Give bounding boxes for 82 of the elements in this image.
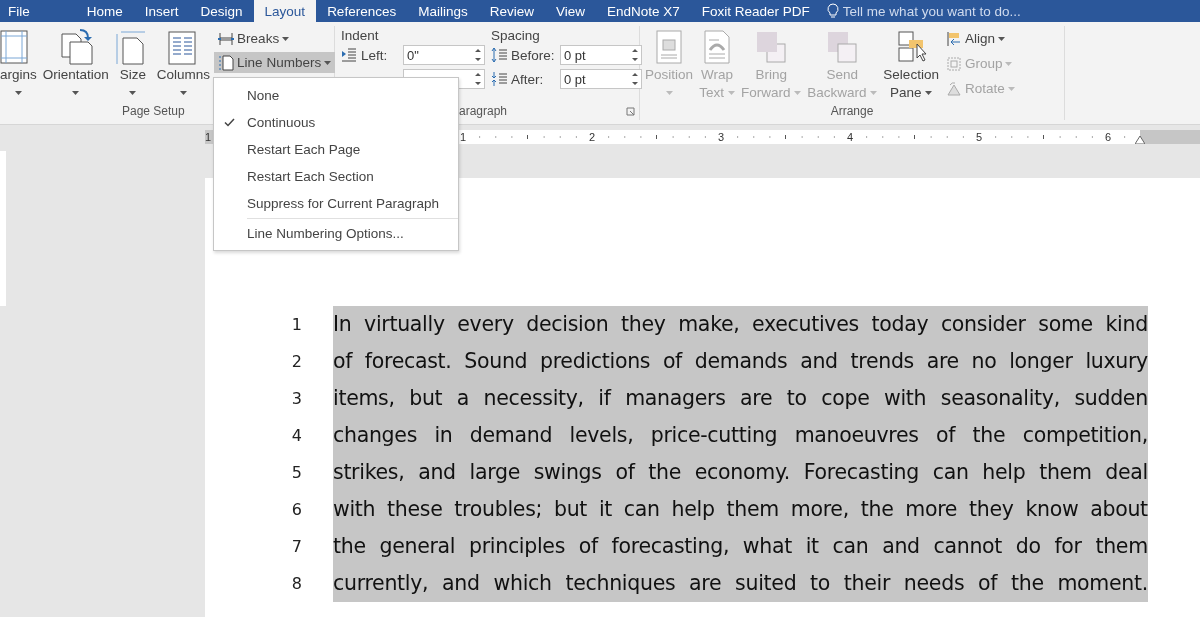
line-number: 4 xyxy=(290,426,302,445)
ribbon-tab[interactable]: Layout xyxy=(253,0,317,22)
caret-icon xyxy=(282,36,290,41)
ribbon-button[interactable]: Size xyxy=(111,26,154,102)
ruler-number: 1 xyxy=(460,130,467,144)
ribbon-tab[interactable]: View xyxy=(544,0,596,22)
numbered-page-icon xyxy=(218,54,235,71)
indent-icon xyxy=(341,47,357,63)
line-number: 2 xyxy=(290,352,302,371)
group-icon xyxy=(945,55,962,72)
section-label: Indent xyxy=(341,28,380,43)
ribbon-button[interactable]: Line Numbers xyxy=(214,52,336,73)
menu-item[interactable]: Suppress for Current Paragraph xyxy=(214,190,458,217)
caret-icon xyxy=(129,91,137,96)
line-number: 5 xyxy=(290,463,302,482)
ribbon-button[interactable]: Align xyxy=(941,28,1019,49)
ruler-number: 6 xyxy=(1105,130,1112,144)
ribbon-tab[interactable]: File xyxy=(0,0,42,22)
menu-item[interactable]: Line Numbering Options... xyxy=(214,220,458,247)
spinner-icon[interactable] xyxy=(632,72,638,86)
spinner-icon[interactable] xyxy=(632,48,638,62)
spin-field[interactable]: 0 pt xyxy=(560,69,642,89)
ribbon-tab[interactable]: Insert xyxy=(133,0,190,22)
ribbon-button[interactable]: Breaks xyxy=(214,28,336,49)
caret-icon xyxy=(870,91,878,96)
ruler-margin xyxy=(1140,130,1200,144)
ruler-number: 3 xyxy=(718,130,725,144)
spinner-icon[interactable] xyxy=(475,48,481,62)
caret-icon xyxy=(324,60,332,65)
indent-marker-icon[interactable] xyxy=(1135,136,1145,144)
tell-me-search-field[interactable]: Tell me what you want to do... xyxy=(842,3,1021,19)
group-label: Page Setup xyxy=(121,103,185,120)
spacing-icon xyxy=(491,47,507,63)
ribbon-tab[interactable]: Home xyxy=(41,0,134,22)
caret-icon xyxy=(72,91,80,96)
ribbon-tab[interactable]: Review xyxy=(478,0,545,22)
ribbon-tab[interactable]: Design xyxy=(189,0,254,22)
section-label: Spacing xyxy=(491,28,541,43)
ribbon-button[interactable]: Orientation xyxy=(39,26,112,102)
ruler-number: 1 xyxy=(205,130,212,144)
spacing-icon xyxy=(491,71,507,87)
ribbon-button[interactable]: Columns xyxy=(153,26,214,102)
line-number: 1 xyxy=(290,315,302,334)
field-label: Before: xyxy=(511,47,556,63)
line-number: 7 xyxy=(290,537,302,556)
caret-icon xyxy=(727,91,735,96)
spin-field[interactable]: 0" xyxy=(403,45,485,65)
ribbon-tab[interactable]: Foxit Reader PDF xyxy=(690,0,821,22)
page-break-icon xyxy=(218,30,235,47)
caret-icon xyxy=(179,91,187,96)
spin-field[interactable]: 0 pt xyxy=(560,45,642,65)
rotate-icon xyxy=(945,80,962,97)
ruler-number: 5 xyxy=(976,130,983,144)
field-label: After: xyxy=(511,71,545,87)
ruler-number: 2 xyxy=(589,130,596,144)
menu-item[interactable]: None xyxy=(214,82,458,109)
caret-icon xyxy=(665,91,673,96)
menu-item[interactable]: Restart Each Page xyxy=(214,136,458,163)
field-label: Left: xyxy=(361,47,389,63)
ribbon-tab[interactable]: EndNote X7 xyxy=(596,0,691,22)
spinner-icon[interactable] xyxy=(475,72,481,86)
ribbon-button[interactable]: Selection Pane xyxy=(880,26,942,102)
caret-icon xyxy=(925,91,933,96)
ruler-number: 4 xyxy=(847,130,854,144)
group-label: aragraph xyxy=(459,104,508,118)
caret-icon xyxy=(1005,61,1013,66)
caret-icon xyxy=(794,91,802,96)
ribbon-tab[interactable]: Mailings xyxy=(407,0,479,22)
align-icon xyxy=(945,30,962,47)
lightbulb-icon xyxy=(826,3,839,19)
ribbon-button[interactable]: argins xyxy=(0,26,40,102)
ribbon-tab[interactable]: References xyxy=(316,0,408,22)
line-number: 6 xyxy=(290,500,302,519)
dialog-launcher-icon[interactable] xyxy=(626,106,635,116)
menu-item[interactable]: Restart Each Section xyxy=(214,163,458,190)
line-number: 8 xyxy=(290,574,302,593)
caret-icon xyxy=(1007,86,1015,91)
group-label: Arrange xyxy=(830,104,874,118)
caret-icon xyxy=(14,91,22,96)
menu-item[interactable]: Continuous xyxy=(214,109,458,136)
line-number: 3 xyxy=(290,389,302,408)
caret-icon xyxy=(997,36,1005,41)
